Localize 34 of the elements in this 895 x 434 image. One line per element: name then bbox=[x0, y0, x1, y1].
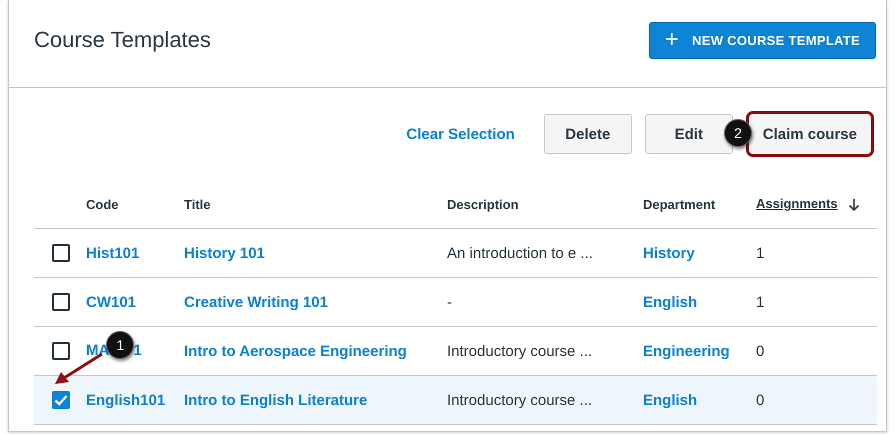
course-title-link[interactable]: Creative Writing 101 bbox=[184, 294, 328, 310]
toolbar-button[interactable]: Claim course bbox=[746, 111, 874, 157]
assignments-count: 1 bbox=[756, 244, 764, 262]
assignments-count: 1 bbox=[756, 294, 764, 310]
description-text: Introductory course ... bbox=[447, 342, 592, 360]
page-title: Course Templates bbox=[34, 27, 211, 53]
description-text: An introduction to e ... bbox=[447, 244, 593, 262]
description-text: - bbox=[447, 294, 452, 310]
row-checkbox[interactable] bbox=[52, 391, 70, 409]
department-link[interactable]: History bbox=[643, 244, 695, 262]
course-title-link[interactable]: History 101 bbox=[184, 244, 265, 262]
row-checkbox[interactable] bbox=[52, 293, 70, 311]
column-header: Description bbox=[447, 196, 519, 212]
column-header: Code bbox=[86, 196, 118, 212]
department-link[interactable]: English bbox=[643, 294, 698, 310]
course-title-link[interactable]: Intro to Aerospace Engineering bbox=[184, 342, 407, 360]
department-link[interactable]: English bbox=[643, 392, 698, 408]
column-header: Department bbox=[643, 196, 716, 212]
column-header: Title bbox=[184, 196, 210, 212]
row-checkbox[interactable] bbox=[52, 244, 70, 262]
row-checkbox[interactable] bbox=[52, 342, 70, 360]
course-code-link[interactable]: Hist101 bbox=[86, 244, 140, 262]
toolbar-button[interactable]: Delete bbox=[544, 114, 632, 154]
description-text: Introductory course ... bbox=[447, 392, 592, 408]
assignments-count: 0 bbox=[756, 342, 764, 360]
assignments-count: 0 bbox=[756, 392, 764, 408]
course-code-link[interactable]: 1 bbox=[133, 342, 142, 359]
new-course-template-button[interactable]: + NEW COURSE TEMPLATE bbox=[648, 22, 876, 58]
course-code-link[interactable]: CW101 bbox=[86, 294, 136, 310]
clear-selection-link[interactable]: Clear Selection bbox=[406, 126, 515, 142]
toolbar-button[interactable]: Edit bbox=[644, 114, 733, 154]
department-link[interactable]: Engineering bbox=[643, 342, 730, 360]
column-header[interactable]: Assignments bbox=[756, 196, 838, 212]
sort-down-icon[interactable] bbox=[848, 198, 860, 212]
